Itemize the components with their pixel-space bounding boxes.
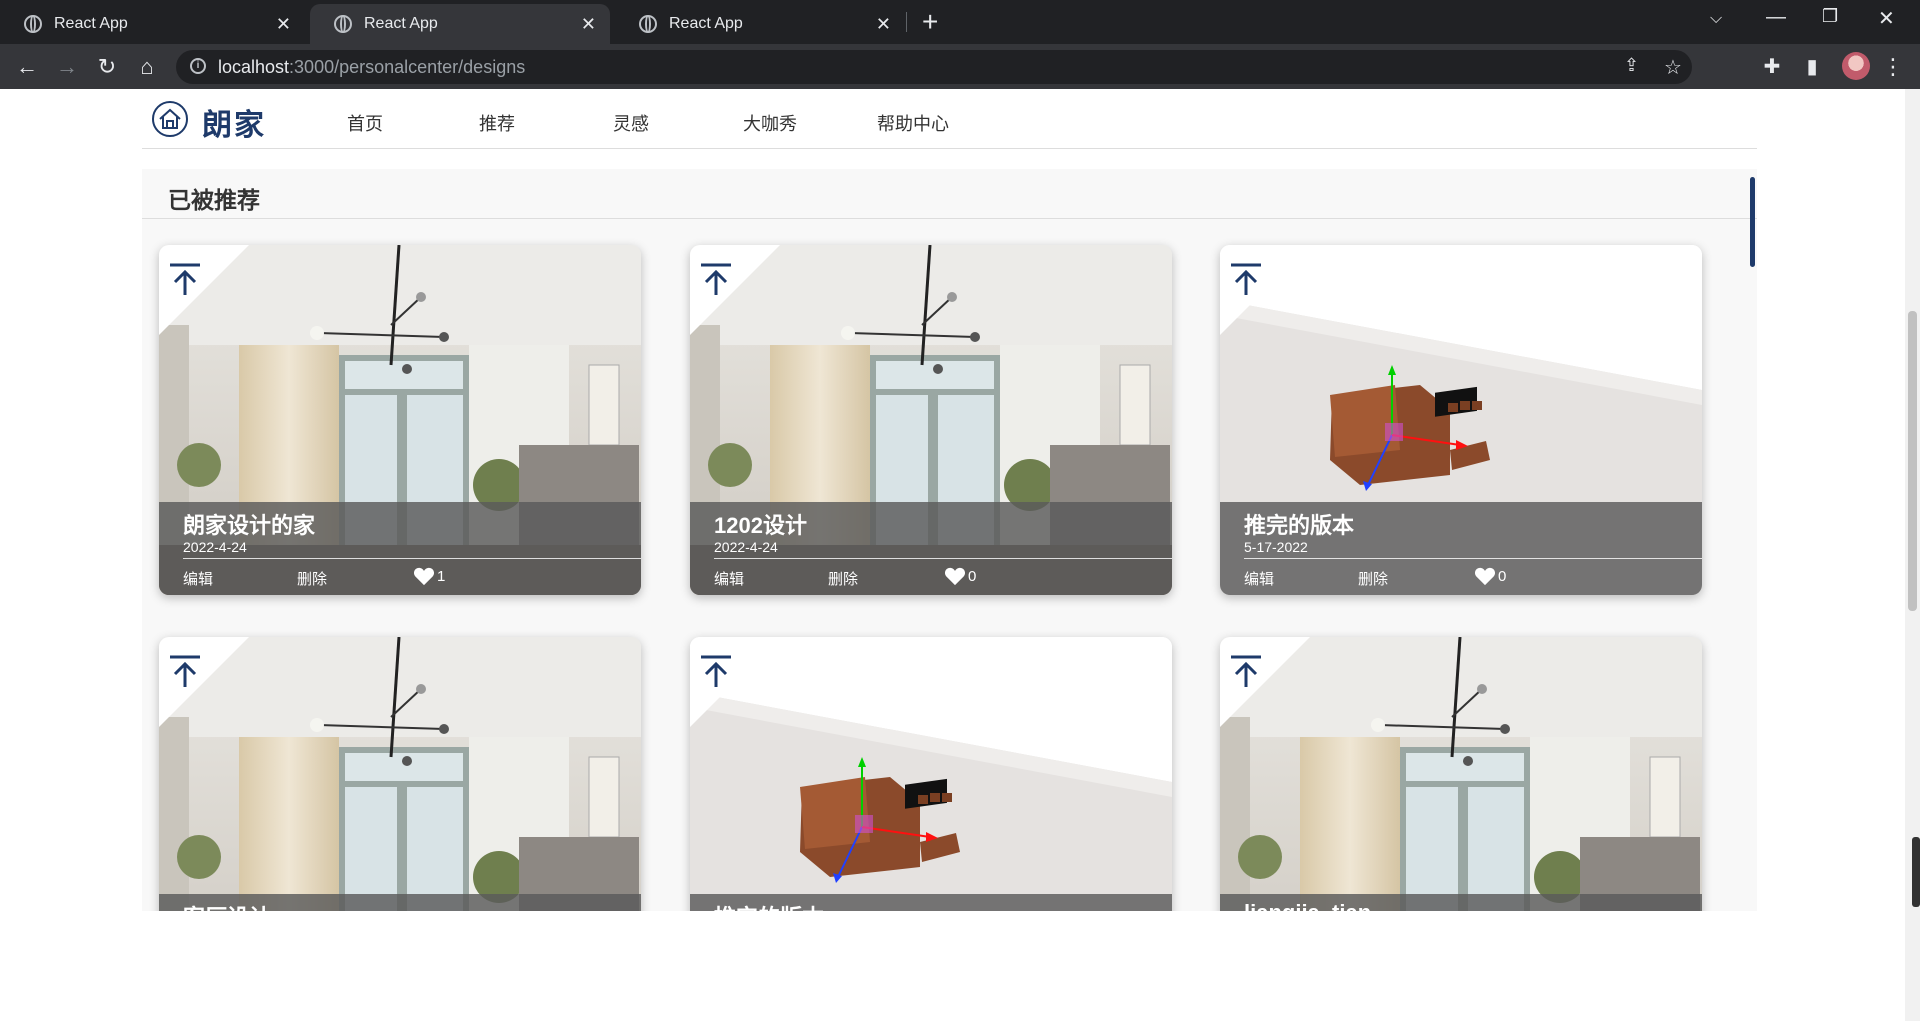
card-title[interactable]: liangjia_tian [1244,900,1371,911]
scrollbar-thumb[interactable] [1908,311,1917,611]
nav-recommend[interactable]: 推荐 [479,110,515,136]
card-info-overlay: 客厅设计 [159,894,641,911]
tab-title: React App [364,15,438,32]
like-count: 0 [968,568,977,585]
section-title: 已被推荐 [168,187,260,213]
window-close-icon[interactable]: ✕ [1878,6,1895,31]
menu-icon[interactable]: ⋮ [1878,52,1908,82]
browser-tab-2[interactable]: React App ✕ [310,4,610,44]
design-card[interactable]: liangjia_tian [1220,637,1702,911]
divider [714,558,1172,559]
card-date: 5-17-2022 [1244,539,1308,555]
design-card[interactable]: 1202设计 2022-4-24 编辑 删除 0 [690,245,1172,595]
pin-top-icon[interactable] [1230,263,1262,297]
nav-home[interactable]: 首页 [347,110,383,136]
section-header: 已被推荐 [142,169,1757,219]
close-icon[interactable]: ✕ [876,14,891,35]
globe-icon [24,15,42,33]
url-text[interactable]: localhost:3000/personalcenter/designs [218,57,525,78]
page-viewport: 朗家 首页 推荐 灵感 大咖秀 帮助中心 已被推荐 朗家设计的家 2022-4-… [0,89,1920,1021]
pin-top-icon[interactable] [700,263,732,297]
edit-button[interactable]: 编辑 [714,568,744,589]
close-icon[interactable]: ✕ [276,14,291,35]
share-icon[interactable]: ⇪ [1624,55,1639,76]
card-title[interactable]: 1202设计 [714,508,807,540]
pin-top-icon[interactable] [169,655,201,689]
pin-top-icon[interactable] [169,263,201,297]
house-logo-icon[interactable] [152,101,188,137]
like-count: 0 [1498,568,1507,585]
design-card[interactable]: 推完的版本 [690,637,1172,911]
card-info-overlay: 1202设计 2022-4-24 编辑 删除 0 [690,502,1172,595]
edit-button[interactable]: 编辑 [1244,568,1274,589]
heart-icon[interactable] [1474,566,1496,586]
nav-help-center[interactable]: 帮助中心 [877,110,949,136]
card-date: 2022-4-24 [183,539,247,555]
tab-separator [906,12,907,32]
browser-tab-1[interactable]: React App ✕ [0,4,305,44]
site-header: 朗家 首页 推荐 灵感 大咖秀 帮助中心 [142,89,1757,149]
edit-button[interactable]: 编辑 [183,568,213,589]
card-info-overlay: liangjia_tian [1220,894,1702,911]
globe-icon [639,15,657,33]
browser-tab-3[interactable]: React App ✕ [615,4,905,44]
minimize-icon[interactable]: — [1766,6,1786,29]
nav-showcase[interactable]: 大咖秀 [743,110,797,136]
delete-button[interactable]: 删除 [828,568,858,589]
card-title[interactable]: 朗家设计的家 [183,508,315,540]
restore-icon[interactable]: ❐ [1822,6,1838,27]
side-handle [1912,837,1920,907]
new-tab-icon[interactable]: + [922,6,938,38]
card-title[interactable]: 推完的版本 [714,900,824,911]
pin-top-icon[interactable] [700,655,732,689]
content-scrollbar[interactable] [1750,177,1755,267]
divider [183,558,641,559]
tab-title: React App [669,15,743,32]
heart-icon[interactable] [413,566,435,586]
close-icon[interactable]: ✕ [581,14,596,35]
like-count: 1 [437,568,446,585]
recommended-section: 已被推荐 朗家设计的家 2022-4-24 编辑 删除 1 1202设计 202… [142,169,1757,911]
forward-icon[interactable]: → [52,52,82,82]
tab-title: React App [54,15,128,32]
delete-button[interactable]: 删除 [297,568,327,589]
avatar[interactable] [1842,52,1870,80]
card-title[interactable]: 客厅设计 [183,900,271,911]
extensions-icon[interactable]: ✚ [1757,52,1787,82]
design-card[interactable]: 客厅设计 [159,637,641,911]
tab-search-icon[interactable]: ⌵ [1710,10,1722,28]
browser-tab-strip: React App ✕ React App ✕ React App ✕ + ⌵ … [0,0,1920,44]
back-icon[interactable]: ← [12,52,42,82]
nav-inspiration[interactable]: 灵感 [613,110,649,136]
card-info-overlay: 推完的版本 5-17-2022 编辑 删除 0 [1220,502,1702,595]
design-card[interactable]: 朗家设计的家 2022-4-24 编辑 删除 1 [159,245,641,595]
globe-icon [334,15,352,33]
reload-icon[interactable]: ↻ [92,52,122,82]
site-logo[interactable]: 朗家 [202,100,266,144]
card-info-overlay: 推完的版本 [690,894,1172,911]
address-bar[interactable]: i localhost:3000/personalcenter/designs … [176,50,1692,84]
delete-button[interactable]: 删除 [1358,568,1388,589]
bookmark-star-icon[interactable]: ☆ [1664,55,1682,80]
address-toolbar: ← → ↻ ⌂ i localhost:3000/personalcenter/… [0,44,1920,89]
site-info-icon[interactable]: i [190,58,206,74]
card-title[interactable]: 推完的版本 [1244,508,1354,540]
pin-top-icon[interactable] [1230,655,1262,689]
card-info-overlay: 朗家设计的家 2022-4-24 编辑 删除 1 [159,502,641,595]
divider [1244,558,1702,559]
side-panel-icon[interactable]: ▮ [1797,52,1827,82]
design-card[interactable]: 推完的版本 5-17-2022 编辑 删除 0 [1220,245,1702,595]
card-date: 2022-4-24 [714,539,778,555]
heart-icon[interactable] [944,566,966,586]
home-icon[interactable]: ⌂ [132,52,162,82]
